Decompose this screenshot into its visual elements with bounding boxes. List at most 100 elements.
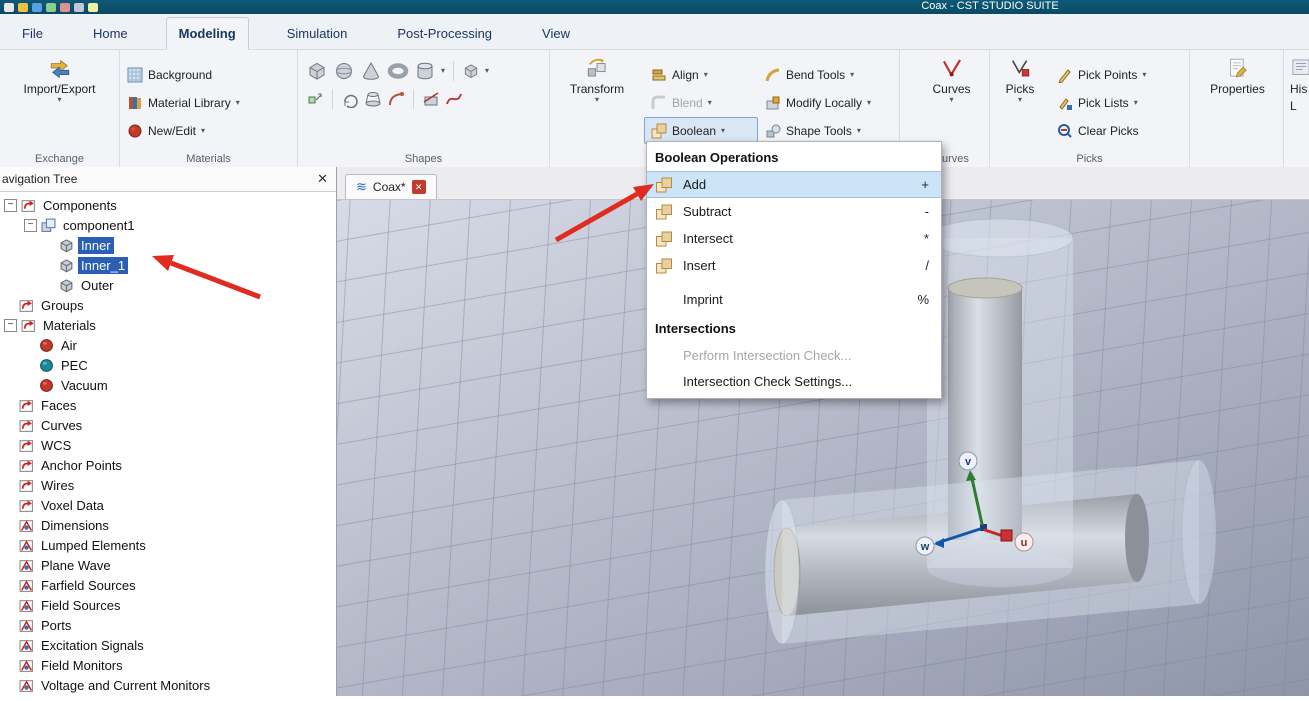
material-library-button[interactable]: Material Library▾ <box>120 89 297 116</box>
tree-item-wires[interactable]: Wires <box>0 475 336 495</box>
ribbon-group-transform: Transform ▾ <box>550 50 644 167</box>
menu-item-imprint[interactable]: Imprint% <box>647 286 941 313</box>
material-library-icon <box>127 95 143 111</box>
loft-icon[interactable] <box>364 90 382 108</box>
expander-icon[interactable]: − <box>24 219 37 232</box>
dropdown-caret-icon: ▾ <box>1134 99 1138 107</box>
print-icon[interactable] <box>32 3 42 12</box>
tree-item-materials[interactable]: −Materials <box>0 315 336 335</box>
settings-icon[interactable] <box>74 3 84 12</box>
cylinder-icon[interactable] <box>414 60 436 82</box>
tree-item-farfield-sources[interactable]: Farfield Sources <box>0 575 336 595</box>
boolean-button[interactable]: Boolean▾ <box>644 117 758 144</box>
history-button[interactable]: His L <box>1286 50 1309 113</box>
tab-post-processing[interactable]: Post-Processing <box>385 18 504 49</box>
dropdown-caret-icon[interactable]: ▾ <box>441 67 445 75</box>
tree-item-voltage-and-current-monitors[interactable]: Voltage and Current Monitors <box>0 675 336 695</box>
sweep-icon[interactable] <box>387 90 405 108</box>
redo-icon[interactable] <box>60 3 70 12</box>
picks-button[interactable]: Picks ▾ <box>990 50 1050 167</box>
tree-item-plane-wave[interactable]: Plane Wave <box>0 555 336 575</box>
pick-points-button[interactable]: Pick Points▾ <box>1050 61 1153 88</box>
properties-button[interactable]: Properties <box>1192 50 1283 96</box>
tree-item-excitation-signals[interactable]: Excitation Signals <box>0 635 336 655</box>
slice-icon[interactable] <box>422 90 440 108</box>
pick-lists-button[interactable]: Pick Lists▾ <box>1050 89 1153 116</box>
tab-modeling[interactable]: Modeling <box>166 17 249 50</box>
curve-icon[interactable] <box>445 90 463 108</box>
transform-button[interactable]: Transform ▾ <box>550 50 644 104</box>
folder-icon <box>19 478 34 493</box>
dropdown-caret-icon[interactable]: ▾ <box>485 67 489 75</box>
tree-item-dimensions[interactable]: Dimensions <box>0 515 336 535</box>
tree-item-ports[interactable]: Ports <box>0 615 336 635</box>
tree-item-anchor-points[interactable]: Anchor Points <box>0 455 336 475</box>
tree-item-inner[interactable]: Inner <box>0 235 336 255</box>
close-icon[interactable]: ✕ <box>317 171 328 187</box>
tree-item-wcs[interactable]: WCS <box>0 435 336 455</box>
tree-item-air[interactable]: Air <box>0 335 336 355</box>
tab-simulation[interactable]: Simulation <box>275 18 360 49</box>
sphere-icon[interactable] <box>333 60 355 82</box>
undo-icon[interactable] <box>46 3 56 12</box>
tree-item-components[interactable]: −Components <box>0 195 336 215</box>
tree-item-inner-1[interactable]: Inner_1 <box>0 255 336 275</box>
separator <box>453 61 454 81</box>
tree-item-field-sources[interactable]: Field Sources <box>0 595 336 615</box>
titlebar: Coax - CST STUDIO SUITE <box>0 0 1309 14</box>
help-icon[interactable] <box>88 3 98 12</box>
rotate-icon[interactable] <box>341 90 359 108</box>
extrude-icon[interactable] <box>306 90 324 108</box>
tab-home[interactable]: Home <box>81 18 140 49</box>
cone-icon[interactable] <box>360 60 382 82</box>
expander-icon[interactable]: − <box>4 319 17 332</box>
clear-picks-button[interactable]: Clear Picks <box>1050 117 1153 144</box>
tab-view[interactable]: View <box>530 18 582 49</box>
menu-item-insert[interactable]: Insert/ <box>647 252 941 279</box>
new-edit-button[interactable]: New/Edit▾ <box>120 117 297 144</box>
tab-file[interactable]: File <box>10 18 55 49</box>
tree-item-pec[interactable]: PEC <box>0 355 336 375</box>
tree-item-component1[interactable]: −component1 <box>0 215 336 235</box>
tree-item-lumped-elements[interactable]: Lumped Elements <box>0 535 336 555</box>
folder-red-icon <box>19 638 34 653</box>
intersections-section-title: Intersections <box>647 313 941 342</box>
align-button[interactable]: Align▾ <box>644 61 758 88</box>
menu-item-intersect[interactable]: Intersect* <box>647 225 941 252</box>
cube-icon[interactable] <box>306 60 328 82</box>
tree-item-faces[interactable]: Faces <box>0 395 336 415</box>
tree-item-field-monitors[interactable]: Field Monitors <box>0 655 336 675</box>
torus-icon[interactable] <box>387 60 409 82</box>
boolean-menu-title: Boolean Operations <box>647 142 941 171</box>
tree-item-curves[interactable]: Curves <box>0 415 336 435</box>
folder-red-icon <box>19 558 34 573</box>
menu-item-add[interactable]: Add+ <box>647 171 941 198</box>
shape-tools-button[interactable]: Shape Tools▾ <box>758 117 899 144</box>
folder-icon <box>19 498 34 513</box>
shortcut-label: - <box>925 204 929 219</box>
bend-tools-button[interactable]: Bend Tools▾ <box>758 61 899 88</box>
more-shapes-icon[interactable] <box>462 62 480 80</box>
menu-item-intersection-check-settings[interactable]: Intersection Check Settings... <box>647 368 941 394</box>
tree-item-outer[interactable]: Outer <box>0 275 336 295</box>
modify-locally-button[interactable]: Modify Locally▾ <box>758 89 899 116</box>
tree-item-voxel-data[interactable]: Voxel Data <box>0 495 336 515</box>
boolean-insert-icon <box>655 257 673 275</box>
tree-item-groups[interactable]: Groups <box>0 295 336 315</box>
boolean-imprint-icon <box>655 291 673 309</box>
open-icon[interactable] <box>18 3 28 12</box>
tree-item-vacuum[interactable]: Vacuum <box>0 375 336 395</box>
boolean-intersect-icon <box>655 230 673 248</box>
dropdown-caret-icon: ▾ <box>704 71 708 79</box>
menu-item-subtract[interactable]: Subtract- <box>647 198 941 225</box>
pick-points-icon <box>1057 67 1073 83</box>
expander-icon[interactable]: − <box>4 199 17 212</box>
component-icon <box>41 218 56 233</box>
save-icon[interactable] <box>4 3 14 12</box>
background-button[interactable]: Background <box>120 61 297 88</box>
curves-button[interactable]: Curves ▾ <box>914 50 989 104</box>
bend-tools-icon <box>765 67 781 83</box>
tab-close-icon[interactable]: ✕ <box>412 180 426 194</box>
document-tab-coax[interactable]: ≋ Coax* ✕ <box>345 174 437 199</box>
import-export-button[interactable]: Import/Export ▾ <box>0 50 119 104</box>
